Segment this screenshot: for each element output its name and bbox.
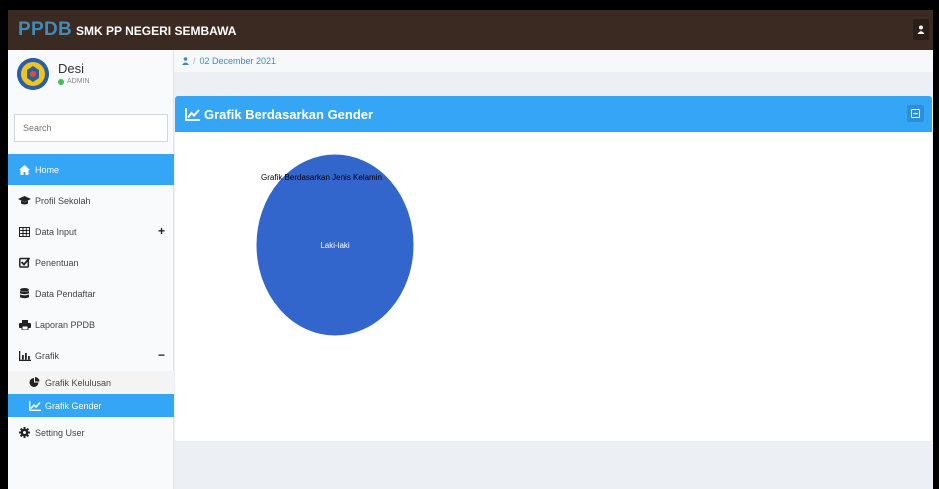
sidebar-item-label: Profil Sekolah (35, 195, 91, 206)
chart-panel-header: Grafik Berdasarkan Gender (175, 96, 932, 132)
sidebar-menu: Home Profil Sekolah Data Input + Penentu… (8, 154, 174, 448)
pie-chart-icon (28, 376, 41, 389)
sidebar-item-data-input[interactable]: Data Input + (8, 216, 174, 247)
user-role: ADMIN (58, 78, 90, 85)
sidebar-subitem-label: Grafik Kelulusan (45, 377, 112, 388)
sidebar-item-label: Setting User (35, 427, 85, 438)
line-chart-icon (28, 399, 41, 412)
top-navbar: PPDB SMK PP NEGERI SEMBAWA (8, 10, 933, 50)
sidebar-subitem-label: Grafik Gender (45, 400, 102, 411)
chart-title: Grafik Berdasarkan Jenis Kelamin (261, 173, 382, 182)
gender-pie-chart: Grafik Berdasarkan Jenis Kelamin Laki-la… (175, 132, 932, 441)
table-icon (18, 225, 31, 238)
minus-square-icon (911, 109, 920, 118)
sidebar-item-profil-sekolah[interactable]: Profil Sekolah (8, 185, 174, 216)
breadcrumb: / 02 December 2021 (174, 50, 933, 72)
breadcrumb-separator: / (193, 56, 196, 66)
line-chart-icon (185, 107, 200, 121)
user-icon (182, 57, 189, 65)
online-status-dot (58, 78, 64, 85)
user-panel: Desi ADMIN (8, 50, 174, 100)
sidebar-item-penentuan[interactable]: Penentuan (8, 247, 174, 278)
sidebar-item-label: Data Pendaftar (35, 288, 96, 299)
school-emblem-icon (17, 58, 49, 90)
sidebar-item-label: Data Input (35, 226, 77, 237)
collapse-button[interactable] (907, 105, 924, 122)
gear-icon (18, 426, 31, 439)
chart-panel: Grafik Berdasarkan Gender Grafik Berdasa… (175, 96, 932, 441)
expand-plus-icon[interactable]: + (158, 224, 165, 238)
search-input[interactable] (14, 114, 168, 142)
sidebar-item-label: Grafik (35, 350, 60, 361)
check-square-icon (18, 256, 31, 269)
sidebar-item-setting-user[interactable]: Setting User (8, 417, 174, 448)
app-frame: PPDB SMK PP NEGERI SEMBAWA Desi ADMIN Se… (8, 10, 933, 489)
brand-main: PPDB (18, 19, 72, 40)
bar-chart-icon (18, 349, 31, 362)
graduation-cap-icon (18, 194, 31, 207)
avatar (17, 58, 49, 90)
sidebar-item-label: Laporan PPDB (35, 319, 96, 330)
sidebar-subitem-grafik-kelulusan[interactable]: Grafik Kelulusan (8, 371, 174, 394)
user-role-label: ADMIN (67, 78, 90, 85)
brand-logo[interactable]: PPDB SMK PP NEGERI SEMBAWA (18, 19, 236, 41)
user-menu-button[interactable] (913, 19, 929, 40)
database-icon (18, 287, 31, 300)
printer-icon (18, 318, 31, 331)
sidebar-item-data-pendaftar[interactable]: Data Pendaftar (8, 278, 174, 309)
sidebar-item-laporan-ppdb[interactable]: Laporan PPDB (8, 309, 174, 340)
sidebar-item-grafik[interactable]: Grafik − (8, 340, 174, 371)
sidebar-subitem-grafik-gender[interactable]: Grafik Gender (8, 394, 174, 417)
sidebar-item-home[interactable]: Home (8, 154, 174, 185)
main-content: / 02 December 2021 Grafik Berdasarkan Ge… (174, 50, 933, 489)
sidebar-item-label: Home (35, 164, 60, 175)
user-icon (917, 25, 925, 34)
chart-panel-title: Grafik Berdasarkan Gender (204, 106, 374, 122)
sidebar: Desi ADMIN Home Profil Sekolah Data Inpu… (8, 50, 174, 489)
breadcrumb-date: 02 December 2021 (199, 56, 277, 66)
pie-slice-label: Laki-laki (320, 241, 350, 250)
collapse-minus-icon[interactable]: − (158, 348, 165, 362)
sidebar-item-label: Penentuan (35, 257, 79, 268)
user-name: Desi (58, 61, 85, 76)
brand-school-name: SMK PP NEGERI SEMBAWA (76, 24, 237, 38)
home-icon (18, 163, 31, 176)
